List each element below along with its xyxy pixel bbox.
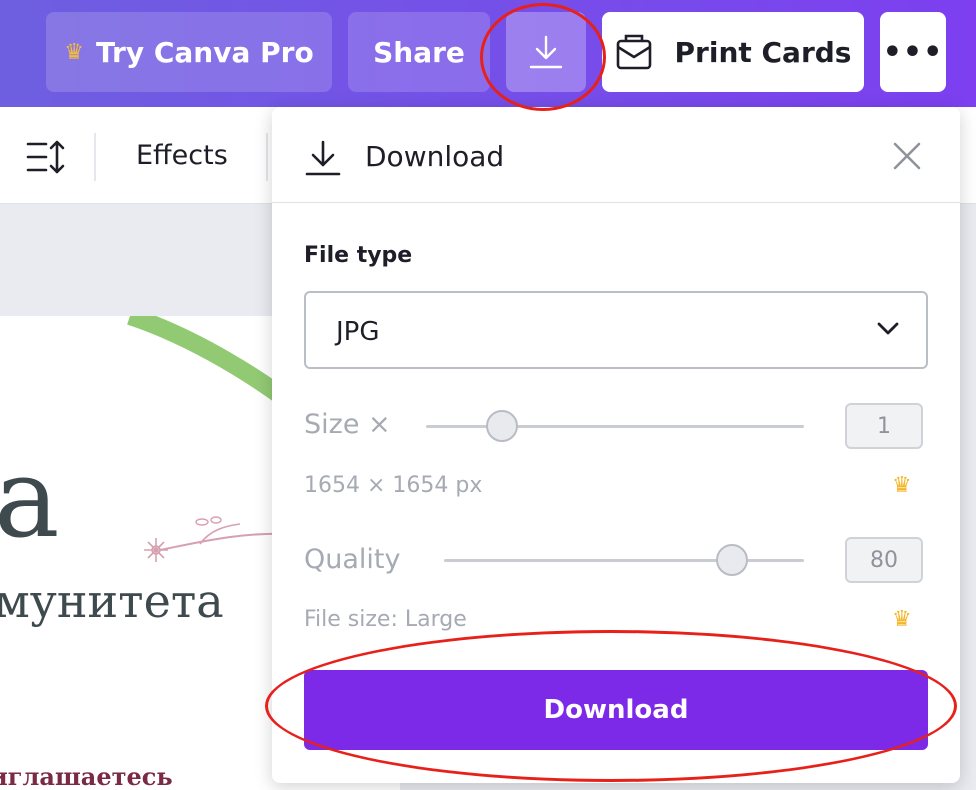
design-text-subtitle[interactable]: мунитета xyxy=(0,574,224,628)
flower-decoration xyxy=(144,516,290,562)
top-bar: ♛ Try Canva Pro Share Print Cards ••• xyxy=(0,0,976,107)
chevron-down-icon xyxy=(877,322,899,335)
design-text-invite[interactable]: иглашаетесь xyxy=(0,762,173,790)
spacing-icon[interactable] xyxy=(26,139,66,175)
file-type-value: JPG xyxy=(336,317,380,347)
download-panel-title: Download xyxy=(365,140,505,173)
download-toolbar-button[interactable] xyxy=(506,12,586,92)
size-label: Size × xyxy=(304,409,391,440)
quality-input[interactable]: 80 xyxy=(845,537,923,583)
try-canva-pro-label: Try Canva Pro xyxy=(96,35,314,69)
close-icon[interactable] xyxy=(892,141,922,171)
crown-icon: ♛ xyxy=(892,473,912,498)
download-panel-header: Download xyxy=(272,107,960,203)
download-panel: Download File type JPG Size × 1 1654 × 1… xyxy=(272,107,960,783)
file-size-text: File size: Large xyxy=(304,607,467,632)
size-slider-track[interactable] xyxy=(426,425,804,428)
print-cards-label: Print Cards xyxy=(674,35,852,69)
quality-label: Quality xyxy=(304,544,401,575)
try-canva-pro-button[interactable]: ♛ Try Canva Pro xyxy=(46,12,332,92)
quality-slider-track[interactable] xyxy=(444,559,804,562)
print-cards-button[interactable]: Print Cards xyxy=(602,12,864,92)
toolbar-divider xyxy=(94,133,96,181)
toolbar-divider xyxy=(266,133,268,181)
envelope-icon xyxy=(616,34,651,70)
download-icon xyxy=(529,35,563,69)
file-type-select[interactable]: JPG xyxy=(304,291,928,369)
effects-button[interactable]: Effects xyxy=(136,140,228,171)
design-text-heading[interactable]: а xyxy=(0,434,60,562)
size-slider-thumb[interactable] xyxy=(485,410,518,442)
dimensions-text: 1654 × 1654 px xyxy=(304,473,483,498)
crown-icon: ♛ xyxy=(64,39,85,65)
size-input[interactable]: 1 xyxy=(845,403,923,449)
more-options-button[interactable]: ••• xyxy=(880,12,946,92)
download-button[interactable]: Download xyxy=(304,670,928,750)
share-button[interactable]: Share xyxy=(348,12,490,92)
crown-icon: ♛ xyxy=(892,607,912,632)
file-type-label: File type xyxy=(304,243,413,268)
quality-slider-thumb[interactable] xyxy=(716,544,748,576)
download-icon xyxy=(305,140,341,176)
